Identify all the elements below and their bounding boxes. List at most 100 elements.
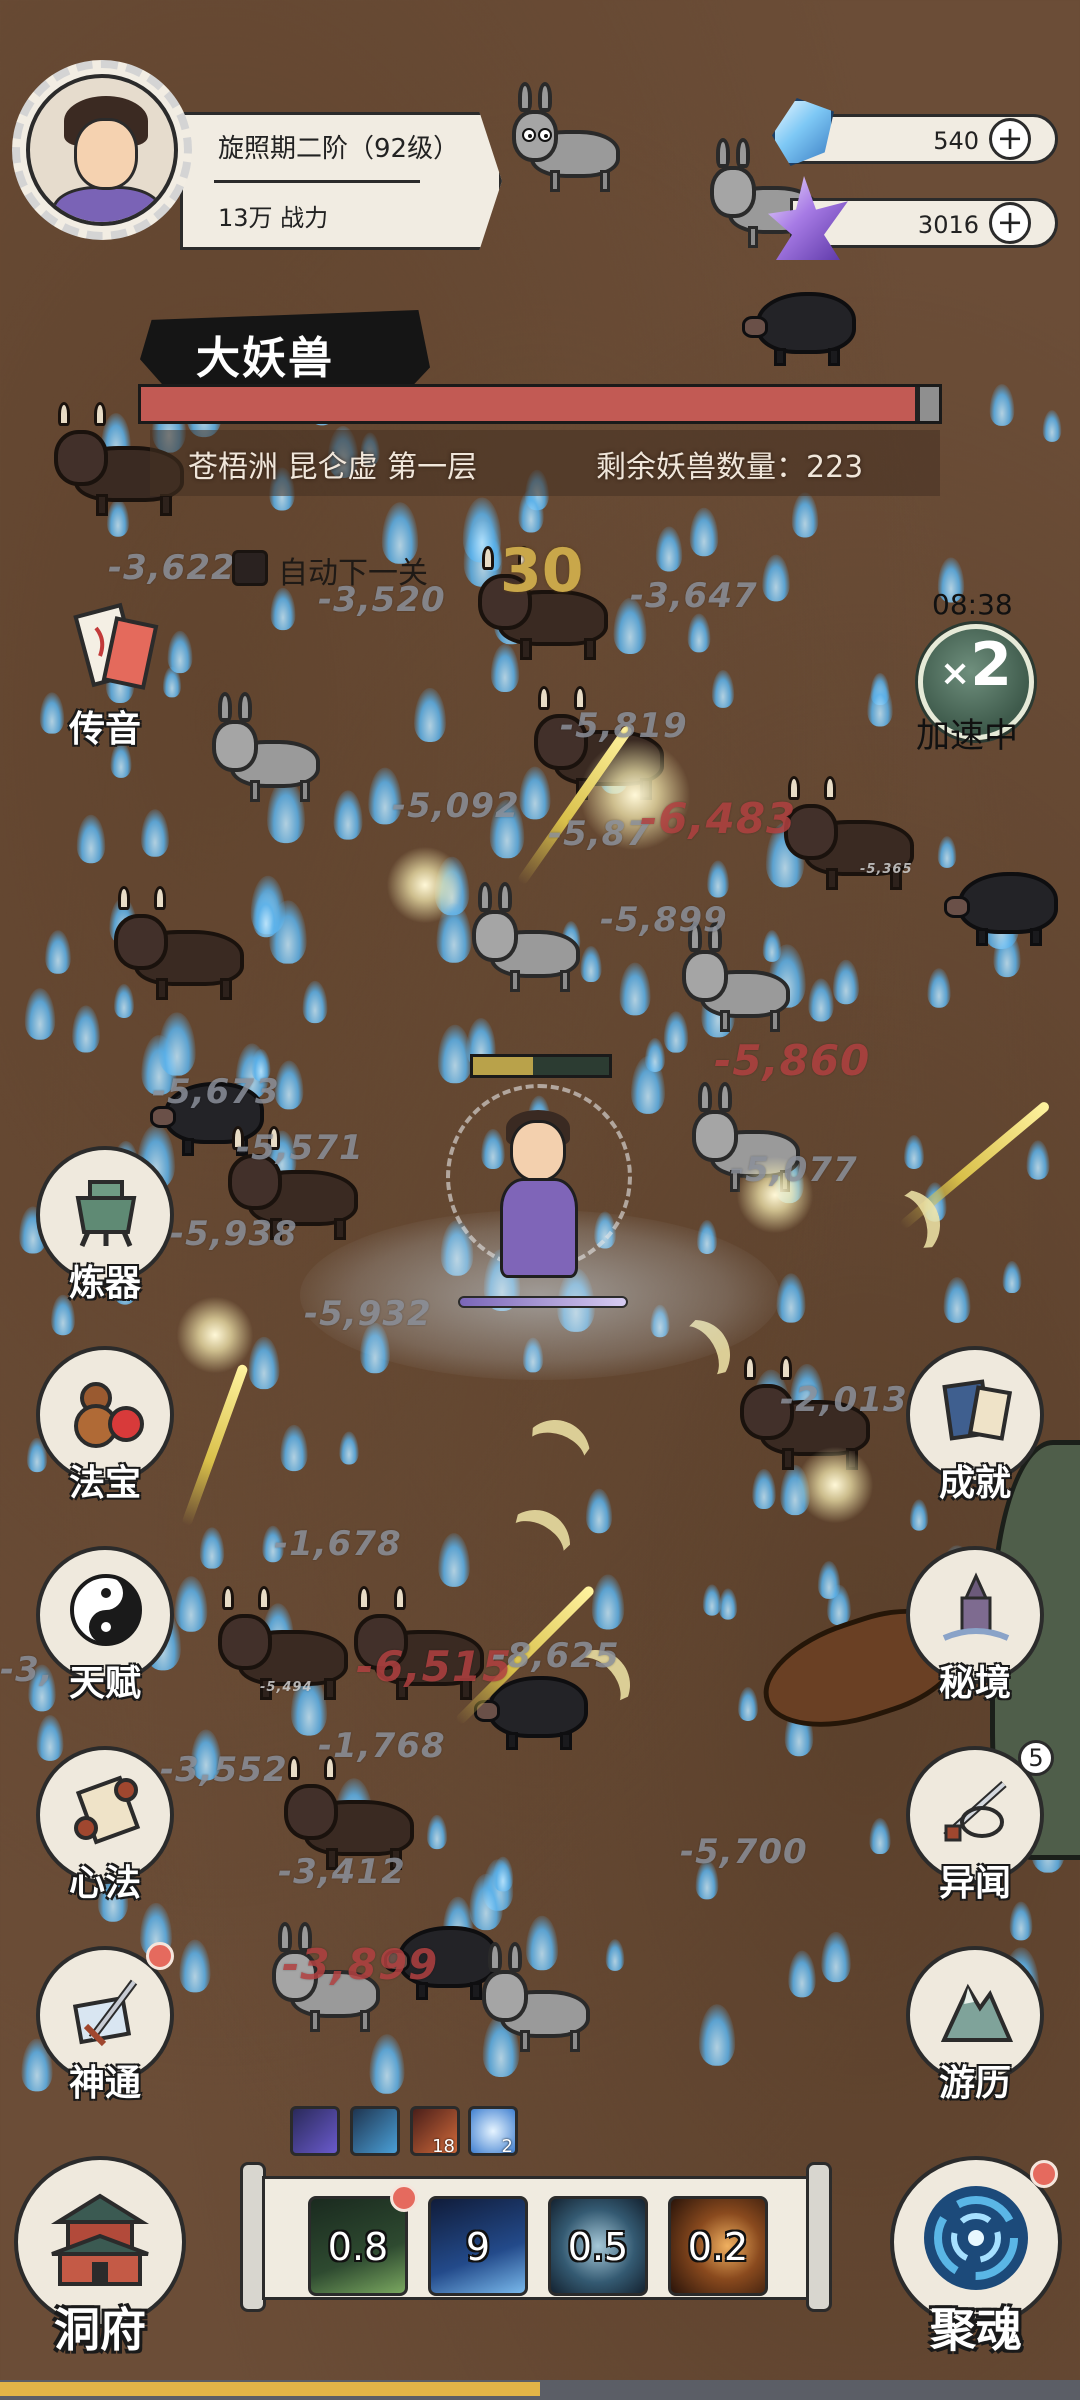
wave-counter: 30 xyxy=(500,536,584,606)
boar-beast xyxy=(742,276,868,376)
hero-character xyxy=(458,1110,628,1310)
damage-number: -5,860 xyxy=(714,1036,871,1085)
menu-mijing[interactable]: 秘境 xyxy=(900,1546,1050,1704)
boar-beast xyxy=(944,856,1070,956)
spirit-flame xyxy=(199,1527,225,1569)
boss-title: 大妖兽 xyxy=(196,333,334,384)
menu-label: 异闻 xyxy=(938,1863,1011,1904)
menu-tianfu[interactable]: 天赋 xyxy=(30,1546,180,1704)
skill-green-swords[interactable]: 0.8 xyxy=(308,2196,408,2296)
menu-fabao[interactable]: 法宝 xyxy=(30,1346,180,1504)
menu-shentong[interactable]: 神通 xyxy=(30,1942,180,2104)
menu-label: 秘境 xyxy=(938,1663,1011,1704)
menu-chengjiu[interactable]: 成就 xyxy=(900,1346,1050,1504)
hero-hp-fill xyxy=(473,1057,533,1075)
spirit-flame xyxy=(989,384,1015,426)
damage-number: -5,700 xyxy=(680,1832,808,1872)
damage-number: -5,571 xyxy=(236,1128,364,1168)
damage-number: -2,013 xyxy=(780,1380,908,1420)
spirit-flame xyxy=(76,814,106,864)
menu-youli[interactable]: 游历 xyxy=(900,1946,1050,2104)
spirit-flame xyxy=(737,1687,759,1721)
menu-yiwen[interactable]: 5 异闻 xyxy=(900,1740,1054,1904)
purple-slash-icon xyxy=(290,2106,340,2156)
skill-crescent-slash[interactable]: 0.2 xyxy=(668,2196,768,2296)
auto-next-label[interactable]: 自动下一关 xyxy=(278,548,428,592)
chip-count: 18 xyxy=(432,2136,455,2157)
menu-label: 天赋 xyxy=(68,1663,141,1704)
donkey-beast xyxy=(472,882,600,1000)
damage-number: -5,673 xyxy=(152,1072,280,1112)
spirit-flame xyxy=(24,988,56,1040)
spirit-flame xyxy=(689,507,719,557)
spirit-flame xyxy=(1009,1901,1033,1941)
menu-xinfa[interactable]: 心法 xyxy=(30,1746,180,1904)
donkey-beast xyxy=(482,1942,610,2060)
spirit-flame xyxy=(302,980,328,1024)
spirit-flame xyxy=(718,1588,738,1620)
player-realm: 旋照期二阶（92级） xyxy=(218,134,460,164)
auto-next-checkbox[interactable] xyxy=(232,550,268,586)
cauldron-icon xyxy=(75,1180,137,1247)
spirit-flame xyxy=(140,809,170,857)
add-blue-crystal-button[interactable]: + xyxy=(989,118,1031,160)
avatar[interactable] xyxy=(26,74,178,226)
juhun-button[interactable]: 聚魂 xyxy=(886,2156,1066,2357)
menu-label: 炼器 xyxy=(68,1263,141,1304)
spirit-flame xyxy=(776,1273,806,1323)
skill-cooldown: 0.5 xyxy=(567,2225,629,2269)
gourd-icon xyxy=(74,1382,144,1448)
spirit-flame xyxy=(269,900,307,964)
skill-spinning-blade[interactable]: 0.5 xyxy=(548,2196,648,2296)
donkey-beast xyxy=(512,82,640,200)
hit-spark xyxy=(380,840,470,930)
damage-number: -6,515 xyxy=(356,1642,513,1691)
damage-number: -5,494 xyxy=(260,1680,313,1695)
spirit-flame xyxy=(791,492,819,538)
spirit-flame xyxy=(437,1024,473,1084)
damage-number: -5,365 xyxy=(860,862,913,877)
sword-book-icon xyxy=(72,1979,138,2047)
damage-number: -1,678 xyxy=(274,1524,402,1564)
menu-label: 神通 xyxy=(68,2063,141,2104)
skill-cooldown: 9 xyxy=(465,2225,491,2269)
spirit-flame xyxy=(707,860,729,898)
progress-fill xyxy=(0,2382,540,2396)
spirit-flame xyxy=(492,1856,514,1892)
spirit-flame xyxy=(687,613,711,653)
boss-hp-empty xyxy=(920,387,939,421)
speed-timer: 08:38 xyxy=(932,588,1013,621)
speed-multiplier[interactable]: ×2 xyxy=(930,630,1022,700)
vortex-icon xyxy=(924,2186,1028,2290)
spirit-flame xyxy=(927,968,951,1008)
palace-icon xyxy=(50,2193,150,2286)
spirit-flame xyxy=(655,526,683,572)
spirit-flame xyxy=(280,1424,308,1472)
damage-number: -8,625 xyxy=(492,1636,620,1676)
fire-fist-icon: 18 xyxy=(410,2106,460,2157)
chip-count: 2 xyxy=(501,2136,513,2157)
spirit-flame xyxy=(591,1574,625,1630)
menu-label: 传音 xyxy=(68,709,141,750)
menu-lianqi[interactable]: 炼器 xyxy=(30,1146,180,1304)
juhun-label: 聚魂 xyxy=(930,2303,1022,2357)
skill-blue-swords[interactable]: 9 xyxy=(428,2196,528,2296)
mountain-icon xyxy=(940,1983,1014,2042)
skill-cooldown: 0.2 xyxy=(687,2225,749,2269)
dongfu-button[interactable]: 洞府 xyxy=(10,2156,190,2357)
notification-dot xyxy=(146,1942,174,1970)
donkey-beast xyxy=(212,692,340,810)
damage-number: -6,483 xyxy=(640,794,797,843)
purple-crystal-value: 3016 xyxy=(917,211,979,239)
spirit-flame xyxy=(663,1011,689,1053)
menu-label: 游历 xyxy=(938,2063,1011,2104)
spirit-flame xyxy=(788,1950,816,1998)
scroll-rod-right xyxy=(806,2162,832,2312)
spirit-flame xyxy=(711,670,735,708)
spirit-flame xyxy=(414,687,446,743)
sword-scroll-icon xyxy=(943,1781,1007,1842)
damage-number: -5,87 xyxy=(548,814,651,854)
ox-beast xyxy=(784,776,930,900)
menu-chuanyin[interactable]: 传音 xyxy=(30,600,180,750)
add-purple-crystal-button[interactable]: + xyxy=(989,202,1031,244)
